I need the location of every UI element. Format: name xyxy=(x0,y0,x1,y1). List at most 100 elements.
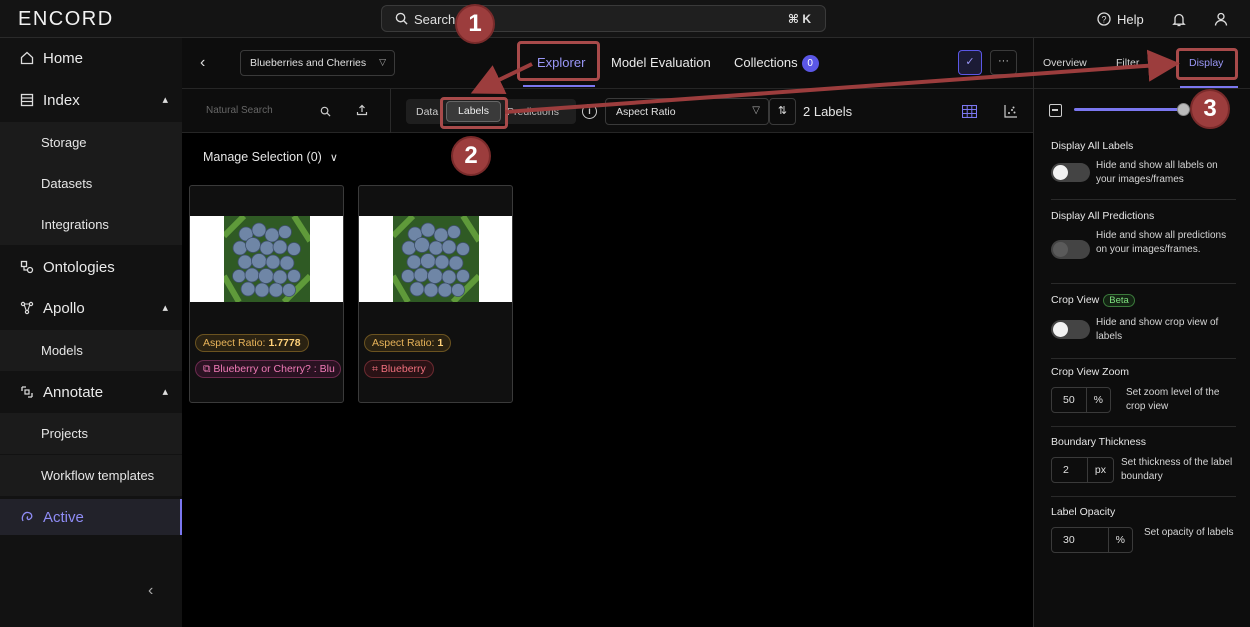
notifications-button[interactable] xyxy=(1172,0,1186,38)
sidebar-item-active[interactable]: Active xyxy=(0,499,182,535)
more-icon: ··· xyxy=(998,55,1009,67)
sidebar-item-label: Active xyxy=(43,508,84,526)
dataset-select[interactable]: Blueberries and Cherries ▽ xyxy=(240,50,395,76)
explorer-highlight-box xyxy=(517,41,600,81)
classification-label-tag[interactable]: ⧉ Blueberry or Cherry? : Blu xyxy=(195,360,341,378)
label-tag-text: Blueberry xyxy=(380,363,426,375)
search-shortcut: ⌘ K xyxy=(787,12,811,26)
tab-collections[interactable]: Collections 0 xyxy=(734,55,819,72)
crop-view-toggle[interactable] xyxy=(1051,320,1090,339)
index-icon xyxy=(20,93,34,107)
chevron-down-icon: ▽ xyxy=(379,57,386,67)
crop-view-zoom-input[interactable]: 50 % xyxy=(1051,387,1111,413)
section-description: Hide and show all labels on your images/… xyxy=(1096,160,1218,185)
back-arrow-icon[interactable]: ‹ xyxy=(200,54,205,72)
sidebar-item-storage[interactable]: Storage xyxy=(0,122,182,163)
select-mode-button[interactable]: ✓ xyxy=(958,50,982,75)
sidebar-item-annotate[interactable]: Annotate ▴ xyxy=(0,372,182,412)
display-all-labels-toggle[interactable] xyxy=(1051,163,1090,182)
boundary-thickness-input[interactable]: 2 px xyxy=(1051,457,1114,483)
more-options-button[interactable]: ··· xyxy=(990,50,1017,75)
tab-collections-label: Collections xyxy=(734,55,798,70)
toolbar-divider xyxy=(390,89,391,133)
sidebar-item-integrations[interactable]: Integrations xyxy=(0,204,182,245)
chevron-up-icon: ▴ xyxy=(162,302,168,314)
aspect-ratio-tag: Aspect Ratio: 1 xyxy=(364,334,452,352)
collections-count-badge: 0 xyxy=(801,55,819,72)
sort-field-select[interactable]: Aspect Ratio ▽ xyxy=(605,98,769,125)
input-unit: % xyxy=(1085,388,1110,412)
input-value: 30 xyxy=(1063,534,1075,546)
label-opacity-section: Label Opacity 30 % Set opacity of labels xyxy=(1051,506,1236,553)
sidebar-item-index[interactable]: Index ▴ xyxy=(0,80,182,120)
sort-direction-button[interactable]: ⇅ xyxy=(769,98,796,125)
blueberry-image xyxy=(224,216,310,302)
segment-data[interactable]: Data xyxy=(416,106,438,118)
labels-highlight-box xyxy=(440,97,508,129)
slider-track[interactable] xyxy=(1074,108,1184,111)
tab-model-evaluation[interactable]: Model Evaluation xyxy=(611,55,711,70)
ontology-icon xyxy=(20,260,34,274)
input-value: 50 xyxy=(1063,394,1075,406)
segment-predictions[interactable]: Predictions xyxy=(507,106,559,118)
section-title: Display All Labels xyxy=(1051,140,1134,152)
object-label-tag[interactable]: ⌗ Blueberry xyxy=(364,360,434,378)
crop-view-zoom-section: Crop View Zoom 50 % Set zoom level of th… xyxy=(1051,366,1236,427)
explorer-toolbar: Natural Search Data Predictions Labels i… xyxy=(182,89,1033,133)
sidebar-item-models[interactable]: Models xyxy=(0,330,182,371)
display-all-predictions-section: Display All Predictions Hide and show al… xyxy=(1051,210,1236,284)
aspect-ratio-value: 1.7778 xyxy=(268,337,301,349)
tab-filter[interactable]: Filter xyxy=(1116,57,1139,69)
divider xyxy=(1051,283,1236,284)
label-opacity-input[interactable]: 30 % xyxy=(1051,527,1133,553)
boundary-thickness-section: Boundary Thickness 2 px Set thickness of… xyxy=(1051,436,1236,497)
zoom-out-icon[interactable] xyxy=(1049,104,1062,117)
divider xyxy=(1051,199,1236,200)
section-description: Set zoom level of the crop view xyxy=(1126,387,1220,412)
embedding-plot-icon[interactable] xyxy=(1004,104,1018,118)
top-bar: ENCORD Search ⌘ K ? Help xyxy=(0,0,1250,38)
info-icon[interactable]: i xyxy=(582,104,597,119)
user-icon xyxy=(1214,12,1228,26)
collapse-sidebar-icon[interactable]: ‹ xyxy=(148,582,153,600)
section-title: Crop View Beta xyxy=(1051,294,1236,307)
tab-active-indicator xyxy=(1180,86,1238,88)
display-highlight-box xyxy=(1176,48,1238,80)
manage-selection-dropdown[interactable]: Manage Selection (0) ∨ xyxy=(203,150,338,164)
sidebar-item-projects[interactable]: Projects xyxy=(0,413,182,454)
image-card[interactable]: Aspect Ratio: 1 ⌗ Blueberry xyxy=(358,185,513,403)
sidebar-item-datasets[interactable]: Datasets xyxy=(0,163,182,204)
sidebar-item-label: Home xyxy=(43,49,84,67)
manage-selection-label: Manage Selection (0) xyxy=(203,150,322,164)
aspect-ratio-key: Aspect Ratio: xyxy=(203,337,266,349)
sidebar-item-home[interactable]: Home xyxy=(0,38,182,78)
slider-handle[interactable] xyxy=(1177,103,1190,116)
sidebar-item-apollo[interactable]: Apollo ▴ xyxy=(0,288,182,328)
home-icon xyxy=(20,51,34,65)
svg-text:?: ? xyxy=(1101,15,1106,25)
label-tag-text: Blueberry or Cherry? : Blu xyxy=(213,363,335,375)
image-card[interactable]: Aspect Ratio: 1.7778 ⧉ Blueberry or Cherr… xyxy=(189,185,344,403)
crop-view-section: Crop View Beta Hide and show crop view of… xyxy=(1051,294,1236,359)
sidebar-item-label: Annotate xyxy=(43,383,104,401)
user-menu-button[interactable] xyxy=(1214,0,1228,38)
sidebar-item-label: Apollo xyxy=(43,299,85,317)
global-search[interactable]: Search ⌘ K xyxy=(381,5,826,32)
display-all-predictions-toggle[interactable] xyxy=(1051,240,1090,259)
sidebar-item-ontologies[interactable]: Ontologies xyxy=(0,247,182,287)
natural-search-input[interactable]: Natural Search xyxy=(206,105,273,116)
help-button[interactable]: ? Help xyxy=(1097,0,1144,38)
encord-logo[interactable]: ENCORD xyxy=(18,8,114,31)
sidebar-item-label: Integrations xyxy=(41,217,109,232)
grid-view-icon[interactable] xyxy=(962,105,977,118)
sidebar-item-workflow-templates[interactable]: Workflow templates xyxy=(0,455,182,496)
bounding-box-icon: ⌗ xyxy=(372,363,381,375)
step-3-callout: 3 xyxy=(1190,89,1230,129)
section-description: Hide and show all predictions on your im… xyxy=(1096,230,1227,255)
chevron-up-icon: ▴ xyxy=(162,386,168,398)
active-icon xyxy=(21,511,33,522)
tab-overview[interactable]: Overview xyxy=(1043,57,1087,69)
upload-icon[interactable] xyxy=(356,104,368,119)
search-icon[interactable] xyxy=(320,106,331,117)
section-title: Display All Predictions xyxy=(1051,210,1155,222)
